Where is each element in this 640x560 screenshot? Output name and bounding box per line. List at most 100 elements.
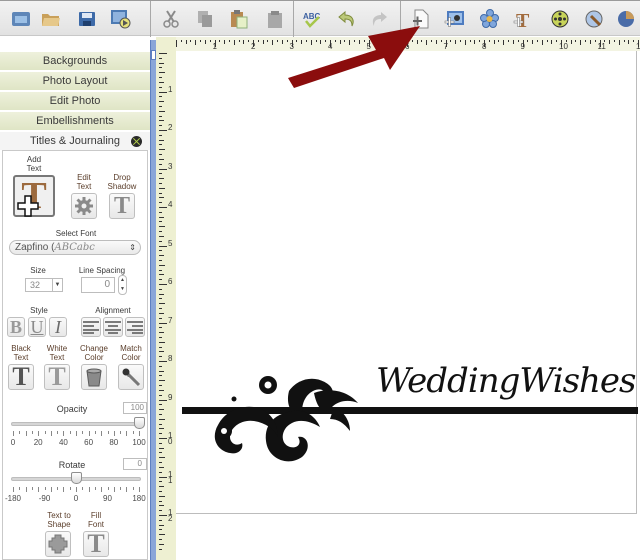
opacity-slider-track[interactable] bbox=[11, 422, 141, 426]
new-window-button[interactable] bbox=[10, 8, 32, 30]
add-link-icon bbox=[585, 10, 603, 28]
ruler-tick bbox=[159, 110, 165, 112]
line-spacing-input[interactable]: 0 bbox=[81, 277, 115, 293]
ruler-tick bbox=[594, 40, 596, 42]
ruler-tick bbox=[159, 86, 162, 88]
ruler-tick bbox=[159, 81, 164, 83]
copy-button[interactable] bbox=[194, 8, 216, 30]
drop-shadow-button[interactable]: T bbox=[109, 193, 135, 219]
change-color-button[interactable] bbox=[81, 364, 107, 390]
underline-button[interactable]: U bbox=[28, 317, 46, 337]
ruler-tick bbox=[159, 438, 167, 439]
ruler-tick bbox=[450, 40, 452, 42]
open-button[interactable] bbox=[40, 8, 62, 30]
ruler-tick bbox=[233, 40, 235, 45]
slider-tick-label: 100 bbox=[132, 438, 146, 447]
slider-tick bbox=[126, 487, 128, 492]
ruler-tick bbox=[272, 40, 274, 45]
align-left-button[interactable] bbox=[81, 317, 101, 337]
save-button[interactable] bbox=[76, 8, 98, 30]
ruler-number: 1 bbox=[212, 42, 217, 51]
text-to-shape-button[interactable] bbox=[45, 531, 71, 557]
fill-font-button[interactable]: T bbox=[83, 531, 109, 557]
add-photo-button[interactable] bbox=[444, 8, 466, 30]
size-value: 32 bbox=[30, 280, 41, 290]
opacity-slider-thumb[interactable] bbox=[134, 417, 145, 429]
ruler-tick bbox=[159, 67, 162, 69]
close-category-icon[interactable] bbox=[131, 136, 142, 147]
plus-icon bbox=[17, 195, 39, 217]
slider-tick bbox=[63, 487, 65, 492]
eyedropper-icon bbox=[122, 368, 141, 387]
dropdown-arrow-icon[interactable]: ▼ bbox=[52, 279, 62, 291]
ruler-tick bbox=[469, 40, 471, 42]
cut-button[interactable] bbox=[160, 8, 182, 30]
align-right-button[interactable] bbox=[125, 317, 145, 337]
slider-tick-label: 60 bbox=[84, 438, 94, 447]
italic-button[interactable]: I bbox=[49, 317, 67, 337]
category-label: Titles & Journaling bbox=[29, 135, 121, 147]
font-select[interactable]: Zapfino (ABCabc ⇕ bbox=[9, 240, 141, 255]
size-combobox[interactable]: 32 ▼ bbox=[25, 278, 63, 292]
opacity-input[interactable]: 100 bbox=[123, 402, 147, 414]
slider-tick bbox=[31, 431, 33, 434]
ruler-tick bbox=[159, 197, 164, 199]
ruler-number: 10 bbox=[168, 431, 173, 446]
export-button[interactable] bbox=[110, 8, 132, 30]
add-text-icon: T bbox=[513, 10, 530, 29]
ruler-tick bbox=[159, 466, 164, 468]
ruler-tick bbox=[159, 240, 162, 242]
ruler-number: 2 bbox=[168, 123, 173, 132]
add-media-button[interactable] bbox=[548, 8, 570, 30]
add-text-toolbar-button[interactable]: T bbox=[513, 8, 535, 30]
ruler-tick bbox=[159, 490, 162, 492]
rotate-slider-thumb[interactable] bbox=[71, 472, 82, 484]
category-photo-layout[interactable]: Photo Layout bbox=[0, 72, 150, 91]
slider-tick bbox=[57, 487, 59, 490]
align-center-button[interactable] bbox=[103, 317, 123, 337]
slider-tick-label: 40 bbox=[58, 438, 68, 447]
rotate-input[interactable]: 0 bbox=[123, 458, 147, 470]
category-embellishments[interactable]: Embellishments bbox=[0, 112, 150, 131]
ruler-tick bbox=[570, 40, 572, 44]
slider-tick bbox=[82, 431, 84, 434]
match-color-button[interactable] bbox=[118, 364, 144, 390]
add-link-button[interactable] bbox=[582, 8, 604, 30]
ruler-tick bbox=[159, 211, 162, 213]
slider-tick bbox=[69, 487, 71, 490]
ruler-tick bbox=[159, 250, 162, 252]
category-backgrounds[interactable]: Backgrounds bbox=[0, 52, 150, 71]
flourish-embellishment[interactable] bbox=[194, 371, 384, 471]
slider-tick bbox=[25, 431, 27, 436]
category-edit-photo[interactable]: Edit Photo bbox=[0, 92, 150, 111]
scrapbook-page[interactable]: WeddingWishes bbox=[176, 51, 638, 514]
add-photo-icon bbox=[444, 11, 464, 27]
slider-tick-label: 0 bbox=[10, 438, 16, 447]
add-embellishment-button[interactable] bbox=[478, 8, 500, 30]
ruler-tick bbox=[159, 168, 167, 170]
ruler-tick bbox=[159, 486, 164, 488]
fill-t-icon: T bbox=[87, 529, 105, 558]
ruler-tick bbox=[508, 40, 510, 42]
ruler-tick bbox=[159, 418, 165, 420]
ruler-tick bbox=[159, 303, 165, 305]
ruler-tick bbox=[159, 346, 162, 348]
ruler-tick bbox=[238, 40, 240, 42]
add-shape-button[interactable] bbox=[614, 8, 636, 30]
white-text-button[interactable]: T bbox=[44, 364, 70, 390]
ruler-tick bbox=[459, 40, 461, 42]
slider-tick-label: 20 bbox=[33, 438, 43, 447]
title-text[interactable]: WeddingWishes bbox=[376, 361, 636, 401]
category-titles-journaling[interactable]: Titles & Journaling bbox=[0, 132, 150, 151]
bold-button[interactable]: B bbox=[7, 317, 25, 337]
slider-tick bbox=[69, 431, 71, 434]
edit-text-button[interactable] bbox=[71, 193, 97, 219]
ruler-tick bbox=[159, 115, 162, 117]
canvas[interactable]: WeddingWishes bbox=[176, 51, 640, 560]
paste-button[interactable] bbox=[228, 8, 250, 30]
add-text-button[interactable]: T bbox=[13, 175, 55, 217]
line-spacing-stepper[interactable]: ▲ ▼ bbox=[118, 275, 127, 295]
black-text-button[interactable]: T bbox=[8, 364, 34, 390]
rotate-label: Rotate bbox=[58, 460, 86, 470]
ruler-tick bbox=[159, 235, 164, 237]
